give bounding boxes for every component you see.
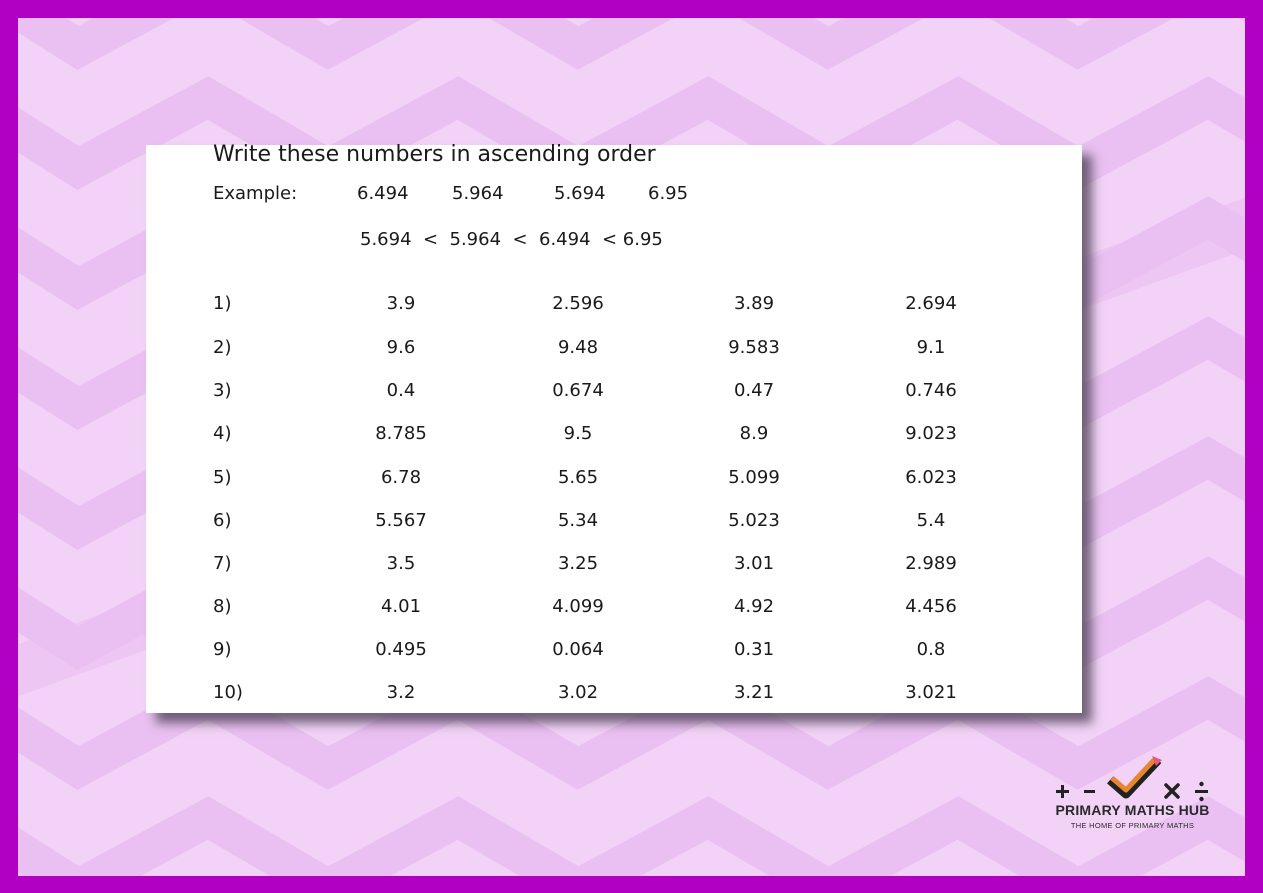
question-row: 7) 3.5 3.25 3.01 2.989 xyxy=(146,553,1082,583)
primary-maths-hub-logo: PRIMARY MATHS HUB THE HOME OF PRIMARY MA… xyxy=(1040,752,1225,832)
maths-operators-icon xyxy=(1056,756,1208,802)
question-value: 3.21 xyxy=(733,682,775,703)
question-value: 5.4 xyxy=(916,510,946,531)
worksheet-card: Write these numbers in ascending order E… xyxy=(146,142,1082,713)
example-number: 5.964 xyxy=(452,183,504,204)
question-number: 9) xyxy=(213,639,232,660)
question-number: 3) xyxy=(213,380,232,401)
question-value: 3.9 xyxy=(386,293,416,314)
question-value: 9.1 xyxy=(916,337,946,358)
question-value: 5.65 xyxy=(557,467,599,488)
question-value: 9.023 xyxy=(905,423,957,444)
question-row: 2) 9.6 9.48 9.583 9.1 xyxy=(146,337,1082,367)
question-number: 10) xyxy=(213,682,243,703)
question-number: 6) xyxy=(213,510,232,531)
question-value: 4.92 xyxy=(733,596,775,617)
question-value: 2.989 xyxy=(905,553,957,574)
example-number: 6.494 xyxy=(357,183,409,204)
question-row: 6) 5.567 5.34 5.023 5.4 xyxy=(146,510,1082,540)
question-value: 0.4 xyxy=(386,380,416,401)
worksheet-title: Write these numbers in ascending order xyxy=(213,142,656,167)
example-answer: 5.694 < 5.964 < 6.494 < 6.95 xyxy=(360,229,663,250)
question-value: 3.2 xyxy=(386,682,416,703)
question-value: 3.01 xyxy=(733,553,775,574)
question-row: 3) 0.4 0.674 0.47 0.746 xyxy=(146,380,1082,410)
question-number: 5) xyxy=(213,467,232,488)
question-value: 0.495 xyxy=(375,639,427,660)
question-value: 8.9 xyxy=(739,423,769,444)
question-value: 3.021 xyxy=(905,682,957,703)
question-value: 0.8 xyxy=(916,639,946,660)
question-value: 2.694 xyxy=(905,293,957,314)
question-value: 3.25 xyxy=(557,553,599,574)
logo-name: PRIMARY MATHS HUB xyxy=(1055,802,1210,818)
question-number: 1) xyxy=(213,293,232,314)
question-value: 3.02 xyxy=(557,682,599,703)
question-value: 9.48 xyxy=(557,337,599,358)
question-value: 4.01 xyxy=(380,596,422,617)
question-row: 8) 4.01 4.099 4.92 4.456 xyxy=(146,596,1082,626)
question-value: 9.583 xyxy=(728,337,780,358)
question-row: 5) 6.78 5.65 5.099 6.023 xyxy=(146,467,1082,497)
question-value: 5.099 xyxy=(728,467,780,488)
question-value: 9.5 xyxy=(563,423,593,444)
question-value: 3.5 xyxy=(386,553,416,574)
question-value: 3.89 xyxy=(733,293,775,314)
logo-tagline: THE HOME OF PRIMARY MATHS xyxy=(1070,821,1195,830)
question-row: 9) 0.495 0.064 0.31 0.8 xyxy=(146,639,1082,669)
question-value: 0.47 xyxy=(733,380,775,401)
question-row: 1) 3.9 2.596 3.89 2.694 xyxy=(146,293,1082,323)
question-number: 8) xyxy=(213,596,232,617)
question-value: 0.674 xyxy=(552,380,604,401)
question-number: 2) xyxy=(213,337,232,358)
question-value: 0.746 xyxy=(905,380,957,401)
question-value: 6.78 xyxy=(380,467,422,488)
question-value: 0.31 xyxy=(733,639,775,660)
question-number: 7) xyxy=(213,553,232,574)
example-number: 5.694 xyxy=(554,183,606,204)
question-value: 6.023 xyxy=(905,467,957,488)
question-row: 10) 3.2 3.02 3.21 3.021 xyxy=(146,682,1082,712)
question-number: 4) xyxy=(213,423,232,444)
example-label: Example: xyxy=(213,183,298,204)
question-value: 5.567 xyxy=(375,510,427,531)
question-value: 9.6 xyxy=(386,337,416,358)
question-value: 5.34 xyxy=(557,510,599,531)
question-value: 5.023 xyxy=(728,510,780,531)
example-number: 6.95 xyxy=(648,183,689,204)
question-value: 4.099 xyxy=(552,596,604,617)
question-value: 0.064 xyxy=(552,639,604,660)
question-value: 4.456 xyxy=(905,596,957,617)
question-row: 4) 8.785 9.5 8.9 9.023 xyxy=(146,423,1082,453)
question-value: 2.596 xyxy=(552,293,604,314)
question-value: 8.785 xyxy=(375,423,427,444)
